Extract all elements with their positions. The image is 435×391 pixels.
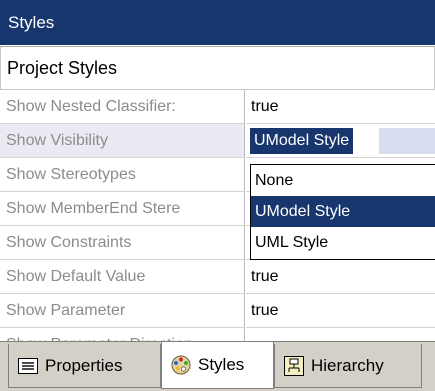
panel-title: Styles xyxy=(8,12,55,32)
visibility-combo-text[interactable]: UModel Style xyxy=(250,128,354,154)
visibility-combo-field[interactable]: UModel Style xyxy=(250,128,435,154)
tab-styles-label: Styles xyxy=(198,355,245,374)
project-styles-selector[interactable]: Project Styles xyxy=(0,46,435,90)
property-row[interactable]: Show Parameter Direction xyxy=(0,328,435,341)
tab-properties[interactable]: Properties xyxy=(8,344,161,388)
property-row[interactable]: Show Default Value true xyxy=(0,260,435,294)
property-row[interactable]: Show Nested Classifier: true xyxy=(0,90,435,124)
property-row[interactable]: Show Parameter true xyxy=(0,294,435,328)
tab-hierarchy-label: Hierarchy xyxy=(311,355,384,375)
dropdown-option-none[interactable]: None xyxy=(251,165,435,196)
property-value[interactable] xyxy=(246,328,435,341)
property-value[interactable]: true xyxy=(246,294,435,328)
project-styles-label: Project Styles xyxy=(7,57,118,78)
property-label: Show Visibility xyxy=(0,124,245,158)
property-row-selected[interactable]: Show Visibility UModel Style xyxy=(0,124,435,158)
property-value[interactable]: true xyxy=(246,90,435,124)
properties-icon xyxy=(18,357,38,374)
property-label: Show Parameter Direction xyxy=(0,328,245,341)
property-label: Show Nested Classifier: xyxy=(0,90,245,124)
property-label: Show Parameter xyxy=(0,294,245,328)
property-label: Show Constraints xyxy=(0,226,245,260)
property-label: Show MemberEnd Stere xyxy=(0,192,245,226)
property-value[interactable]: true xyxy=(246,260,435,294)
property-label: Show Default Value xyxy=(0,260,245,294)
tab-properties-label: Properties xyxy=(45,355,123,375)
palette-icon xyxy=(171,355,191,375)
bottom-tab-bar: Properties Styles Hierarchy xyxy=(0,341,435,391)
visibility-dropdown-list[interactable]: None UModel Style UML Style xyxy=(250,164,435,260)
tab-hierarchy[interactable]: Hierarchy xyxy=(274,344,422,388)
combo-field-remainder[interactable] xyxy=(379,128,435,154)
panel-title-bar: Styles xyxy=(0,0,435,45)
property-label: Show Stereotypes xyxy=(0,158,245,192)
hierarchy-icon xyxy=(284,355,304,376)
tab-styles[interactable]: Styles xyxy=(161,342,274,389)
dropdown-option-umodel-style[interactable]: UModel Style xyxy=(251,196,435,227)
dropdown-option-uml-style[interactable]: UML Style xyxy=(251,227,435,258)
